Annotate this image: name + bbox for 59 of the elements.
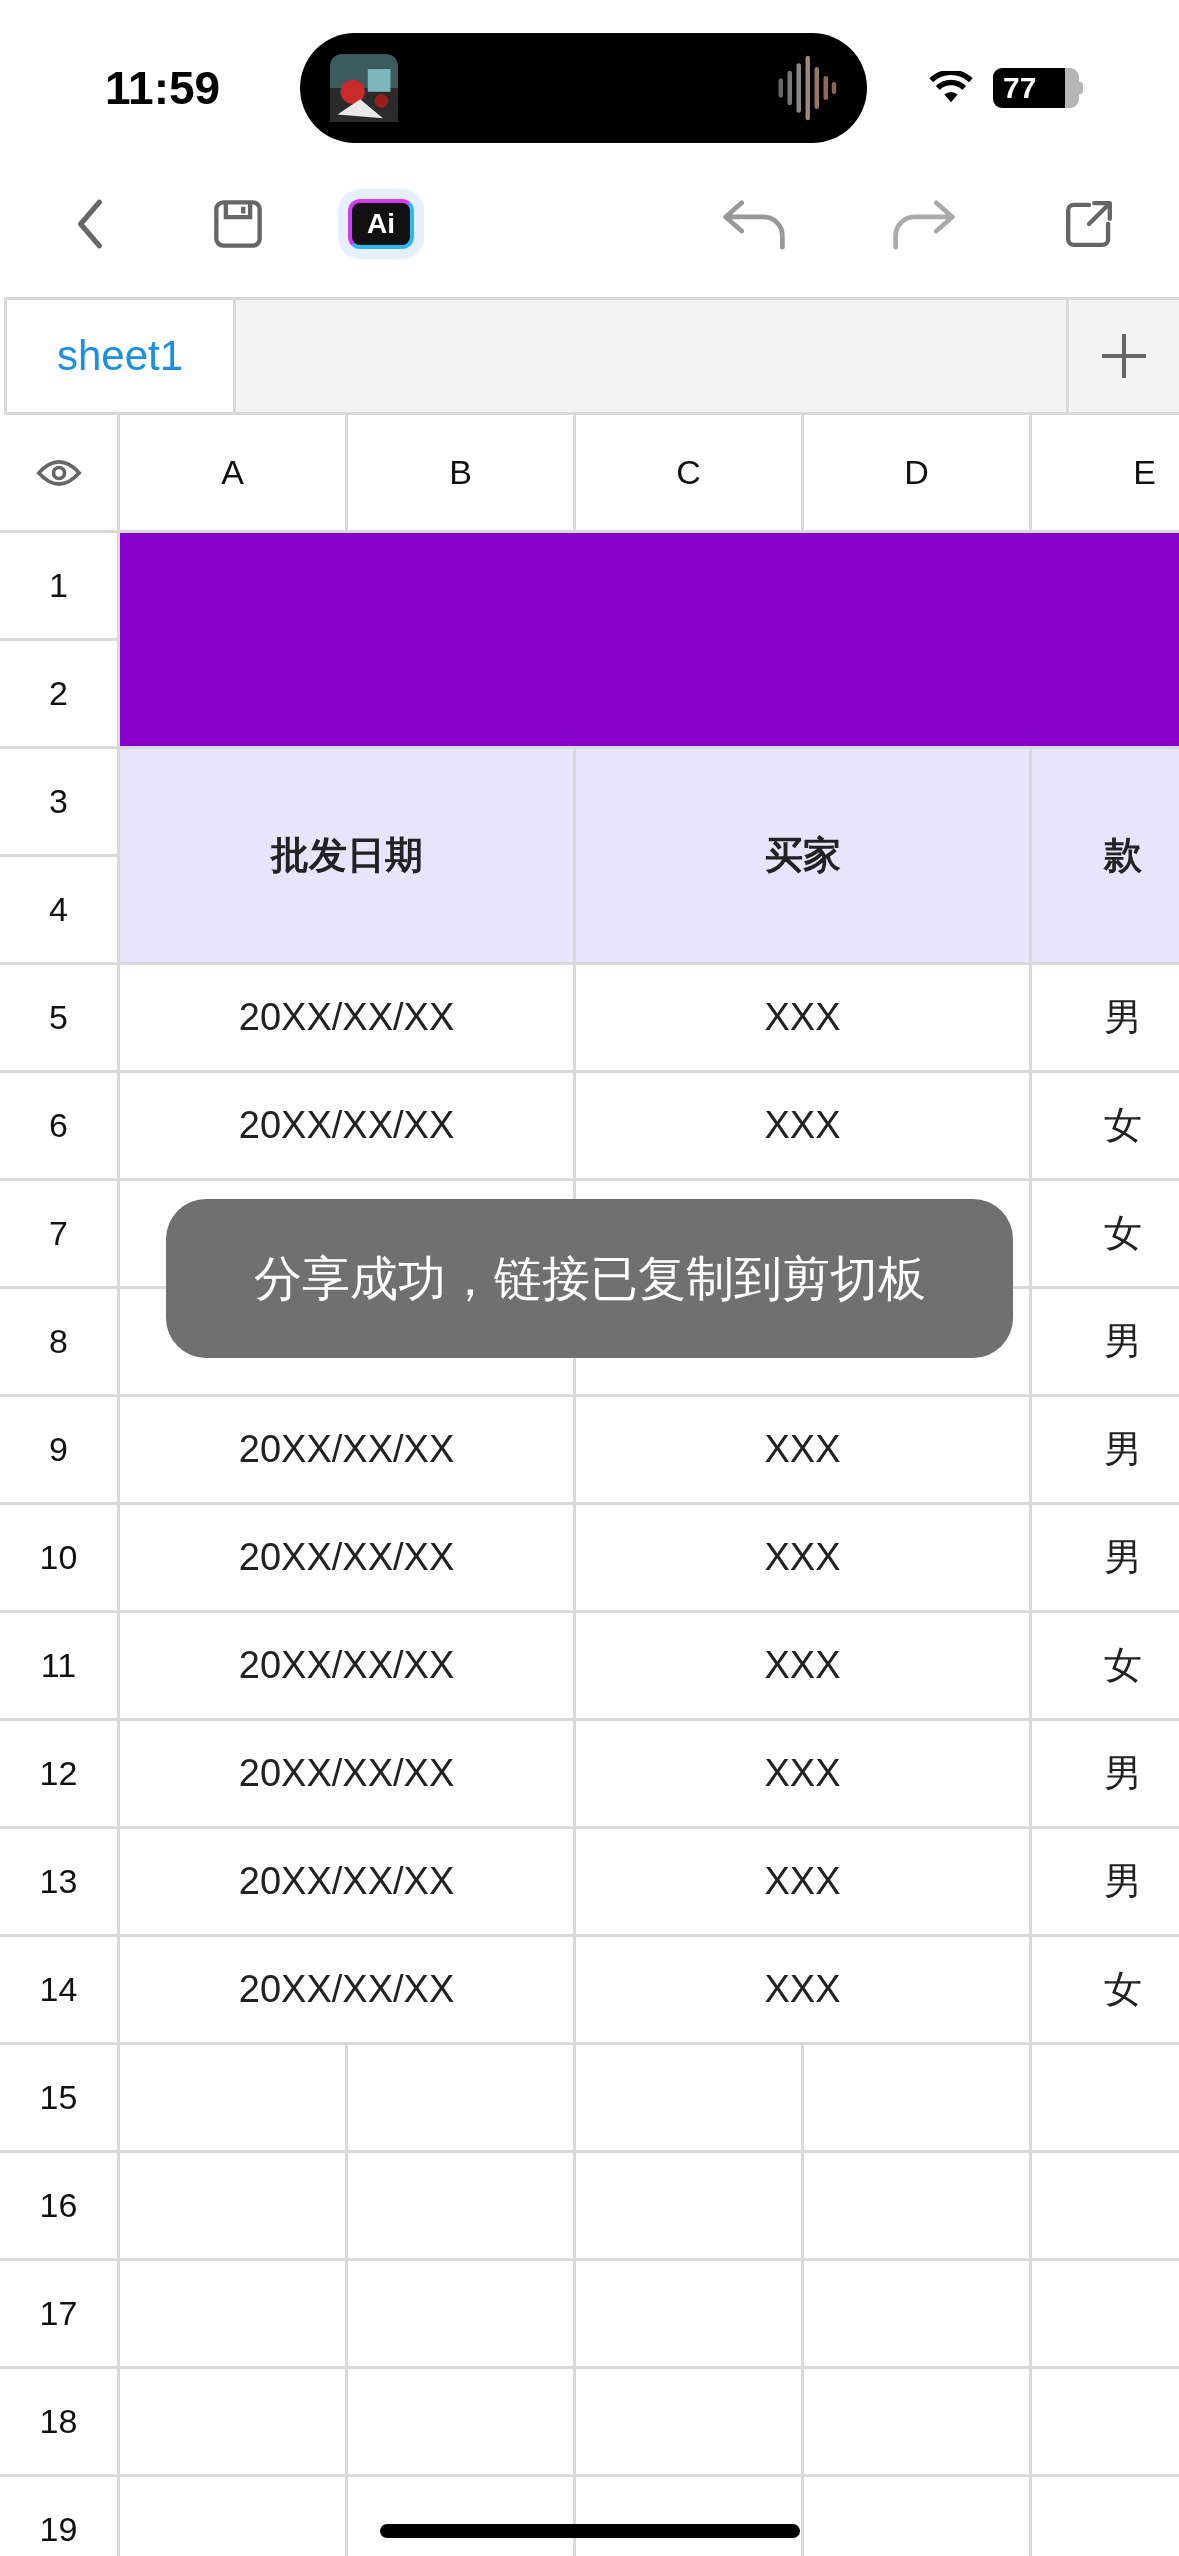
row-number: 15 (39, 2078, 78, 2117)
table-cell-text: 男 (1104, 1535, 1142, 1580)
wifi-icon (929, 70, 973, 105)
table-cell-text: 男 (1104, 1751, 1142, 1796)
status-time: 11:59 (105, 60, 222, 115)
waveform-icon (777, 53, 837, 122)
row-number: 5 (49, 998, 68, 1037)
table-cell-text: 女 (1104, 1967, 1142, 2012)
toast-message: 分享成功，链接已复制到剪切板 (166, 1199, 1013, 1358)
table-cell: 20XX/XX/XX (238, 1104, 455, 1147)
row-number: 4 (49, 890, 68, 929)
column-header: B (449, 453, 472, 492)
table-cell: XXX (764, 1104, 841, 1147)
table-cell: XXX (764, 1968, 841, 2011)
table-cell: XXX (764, 1644, 841, 1687)
table-cell: 20XX/XX/XX (238, 1968, 455, 2011)
column-header: A (221, 453, 244, 492)
table-cell: 20XX/XX/XX (238, 1428, 455, 1471)
header-cell-text: 款 (1104, 833, 1142, 878)
table-cell-text: 女 (1104, 1643, 1142, 1688)
table-cell-text: 男 (1104, 1859, 1142, 1904)
row-number: 6 (49, 1106, 68, 1145)
table-cell-text: 男 (1104, 995, 1142, 1040)
table-cell: XXX (764, 1428, 841, 1471)
table-cell: 20XX/XX/XX (238, 1860, 455, 1903)
table-cell: 20XX/XX/XX (238, 996, 455, 1039)
table-cell-text: 男 (1104, 1319, 1142, 1364)
table-cell: 20XX/XX/XX (238, 1752, 455, 1795)
row-number: 10 (39, 1538, 78, 1577)
row-number: 14 (39, 1970, 78, 2009)
column-header: E (1133, 453, 1156, 492)
row-number: 1 (49, 566, 68, 605)
row-number: 8 (49, 1322, 68, 1361)
row-number: 18 (39, 2402, 78, 2441)
row-number: 3 (49, 782, 68, 821)
row-number: 12 (39, 1754, 78, 1793)
table-cell: 20XX/XX/XX (238, 1644, 455, 1687)
row-number: 16 (39, 2186, 78, 2225)
header-cell-text: 买家 (764, 833, 841, 878)
plus-icon (1099, 331, 1149, 381)
table-cell: XXX (764, 1860, 841, 1903)
table-cell-text: 女 (1104, 1211, 1142, 1256)
table-cell: XXX (764, 996, 841, 1039)
row-number: 11 (40, 1646, 77, 1685)
column-header: D (904, 453, 929, 492)
row-number: 19 (39, 2510, 78, 2549)
row-number: 13 (39, 1862, 78, 1901)
column-header: C (676, 453, 701, 492)
row-number: 9 (49, 1430, 68, 1469)
eye-icon[interactable] (35, 457, 82, 488)
row-number: 7 (49, 1214, 68, 1253)
header-cell-text: 批发日期 (270, 833, 423, 878)
table-cell: XXX (764, 1752, 841, 1795)
table-cell-text: 女 (1104, 1103, 1142, 1148)
row-number: 2 (49, 674, 68, 713)
row-number: 17 (39, 2294, 78, 2333)
table-cell: XXX (764, 1536, 841, 1579)
table-cell-text: 男 (1104, 1427, 1142, 1472)
table-cell: 20XX/XX/XX (238, 1536, 455, 1579)
